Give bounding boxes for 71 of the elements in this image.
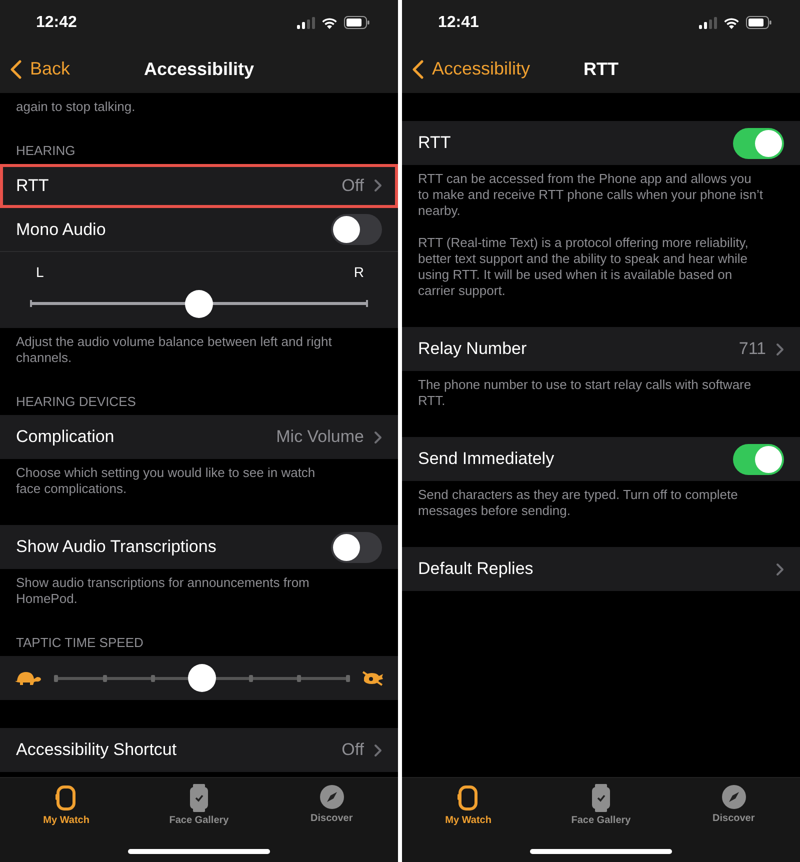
status-time: 12:42 — [36, 14, 77, 32]
right-label: R — [354, 264, 364, 280]
section-header: HEARING DEVICES — [15, 394, 137, 411]
tab-item[interactable]: My Watch — [11, 782, 122, 828]
battery-icon — [344, 16, 370, 29]
footnote-text: again to stop talking. — [16, 99, 136, 115]
row-label: Complication — [16, 427, 114, 447]
row-label: Relay Number — [418, 339, 527, 359]
tab-item[interactable]: Face Gallery — [144, 782, 254, 828]
footnote-text: Show audio transcriptions for announcements from HomePod. — [16, 575, 310, 607]
footnote-text: RTT can be accessed from the Phone app and allows you to make and receive RTT phone calls when your phone isn’t nearby. — [418, 171, 763, 219]
settings-row[interactable]: Relay Number 711 — [402, 327, 800, 371]
chevron-icon — [374, 179, 382, 192]
row-value: Off — [342, 176, 364, 196]
signal-icon — [699, 16, 717, 28]
compass-icon — [720, 784, 747, 810]
chevron-icon — [374, 744, 382, 756]
row-label: Default Replies — [418, 559, 534, 579]
chevron-icon — [776, 562, 784, 576]
chevron-icon — [776, 342, 784, 356]
hare-icon — [362, 670, 384, 686]
tab-item[interactable]: Discover — [276, 782, 387, 828]
left-label: L — [36, 264, 44, 280]
back-chevron-icon — [10, 59, 22, 79]
back-button[interactable]: Accessibility — [412, 56, 530, 82]
toggle-switch[interactable] — [331, 532, 382, 562]
compass-icon — [318, 784, 345, 810]
toggle-switch[interactable] — [331, 214, 382, 245]
toggle-switch[interactable] — [733, 444, 784, 474]
tab-item[interactable]: Discover — [678, 782, 789, 828]
watch-icon — [55, 784, 78, 812]
watch-face-icon — [590, 784, 612, 812]
footnote-text: Adjust the audio volume balance between left and right channels. — [16, 334, 333, 366]
settings-row[interactable]: Accessibility Shortcut Off — [0, 728, 398, 772]
settings-row[interactable]: Default Replies — [402, 547, 800, 591]
signal-icon — [297, 16, 315, 28]
section-header: TAPTIC TIME SPEED — [15, 635, 144, 652]
settings-row[interactable]: Complication Mic Volume — [0, 415, 398, 459]
slider-thumb[interactable] — [185, 290, 213, 318]
tab-item[interactable]: My Watch — [413, 782, 524, 828]
tortoise-icon — [14, 670, 42, 686]
back-chevron-icon — [412, 59, 424, 79]
nav-title: Accessibility — [144, 58, 254, 80]
row-value: Off — [342, 740, 364, 760]
row-label: RTT — [16, 176, 49, 196]
settings-row[interactable]: RTT Off — [0, 164, 398, 208]
section-header: HEARING — [15, 143, 76, 160]
footnote-text: Choose which setting you would like to see in watch face complications. — [16, 465, 316, 497]
watch-icon — [457, 784, 480, 812]
row-label: Show Audio Transcriptions — [16, 537, 216, 557]
wifi-icon — [723, 16, 740, 28]
row-label: Mono Audio — [16, 220, 106, 240]
row-value: Mic Volume — [276, 427, 364, 447]
toggle-switch[interactable] — [733, 128, 784, 158]
row-label: Accessibility Shortcut — [16, 740, 177, 760]
footnote-text: RTT (Real-time Text) is a protocol offering more reliability, better text support and the ability to speak and hear while using RTT. It will be used when it is available based on carrier support. — [418, 235, 750, 299]
slider-thumb[interactable] — [188, 664, 216, 692]
battery-icon — [746, 16, 772, 29]
row-label: Send Immediately — [418, 449, 554, 469]
balance-slider[interactable] — [30, 290, 368, 318]
wifi-icon — [321, 16, 338, 28]
status-time: 12:41 — [438, 14, 479, 32]
footnote-text: The phone number to use to start relay calls with software RTT. — [418, 377, 752, 409]
row-value: 711 — [738, 339, 766, 359]
tab-item[interactable]: Face Gallery — [546, 782, 656, 828]
chevron-icon — [374, 430, 382, 444]
nav-title: RTT — [584, 58, 618, 80]
footnote-text: Send characters as they are typed. Turn off to complete messages before sending. — [418, 487, 739, 519]
row-label: RTT — [418, 133, 451, 153]
watch-face-icon — [188, 784, 210, 812]
back-button[interactable]: Back — [10, 56, 70, 82]
